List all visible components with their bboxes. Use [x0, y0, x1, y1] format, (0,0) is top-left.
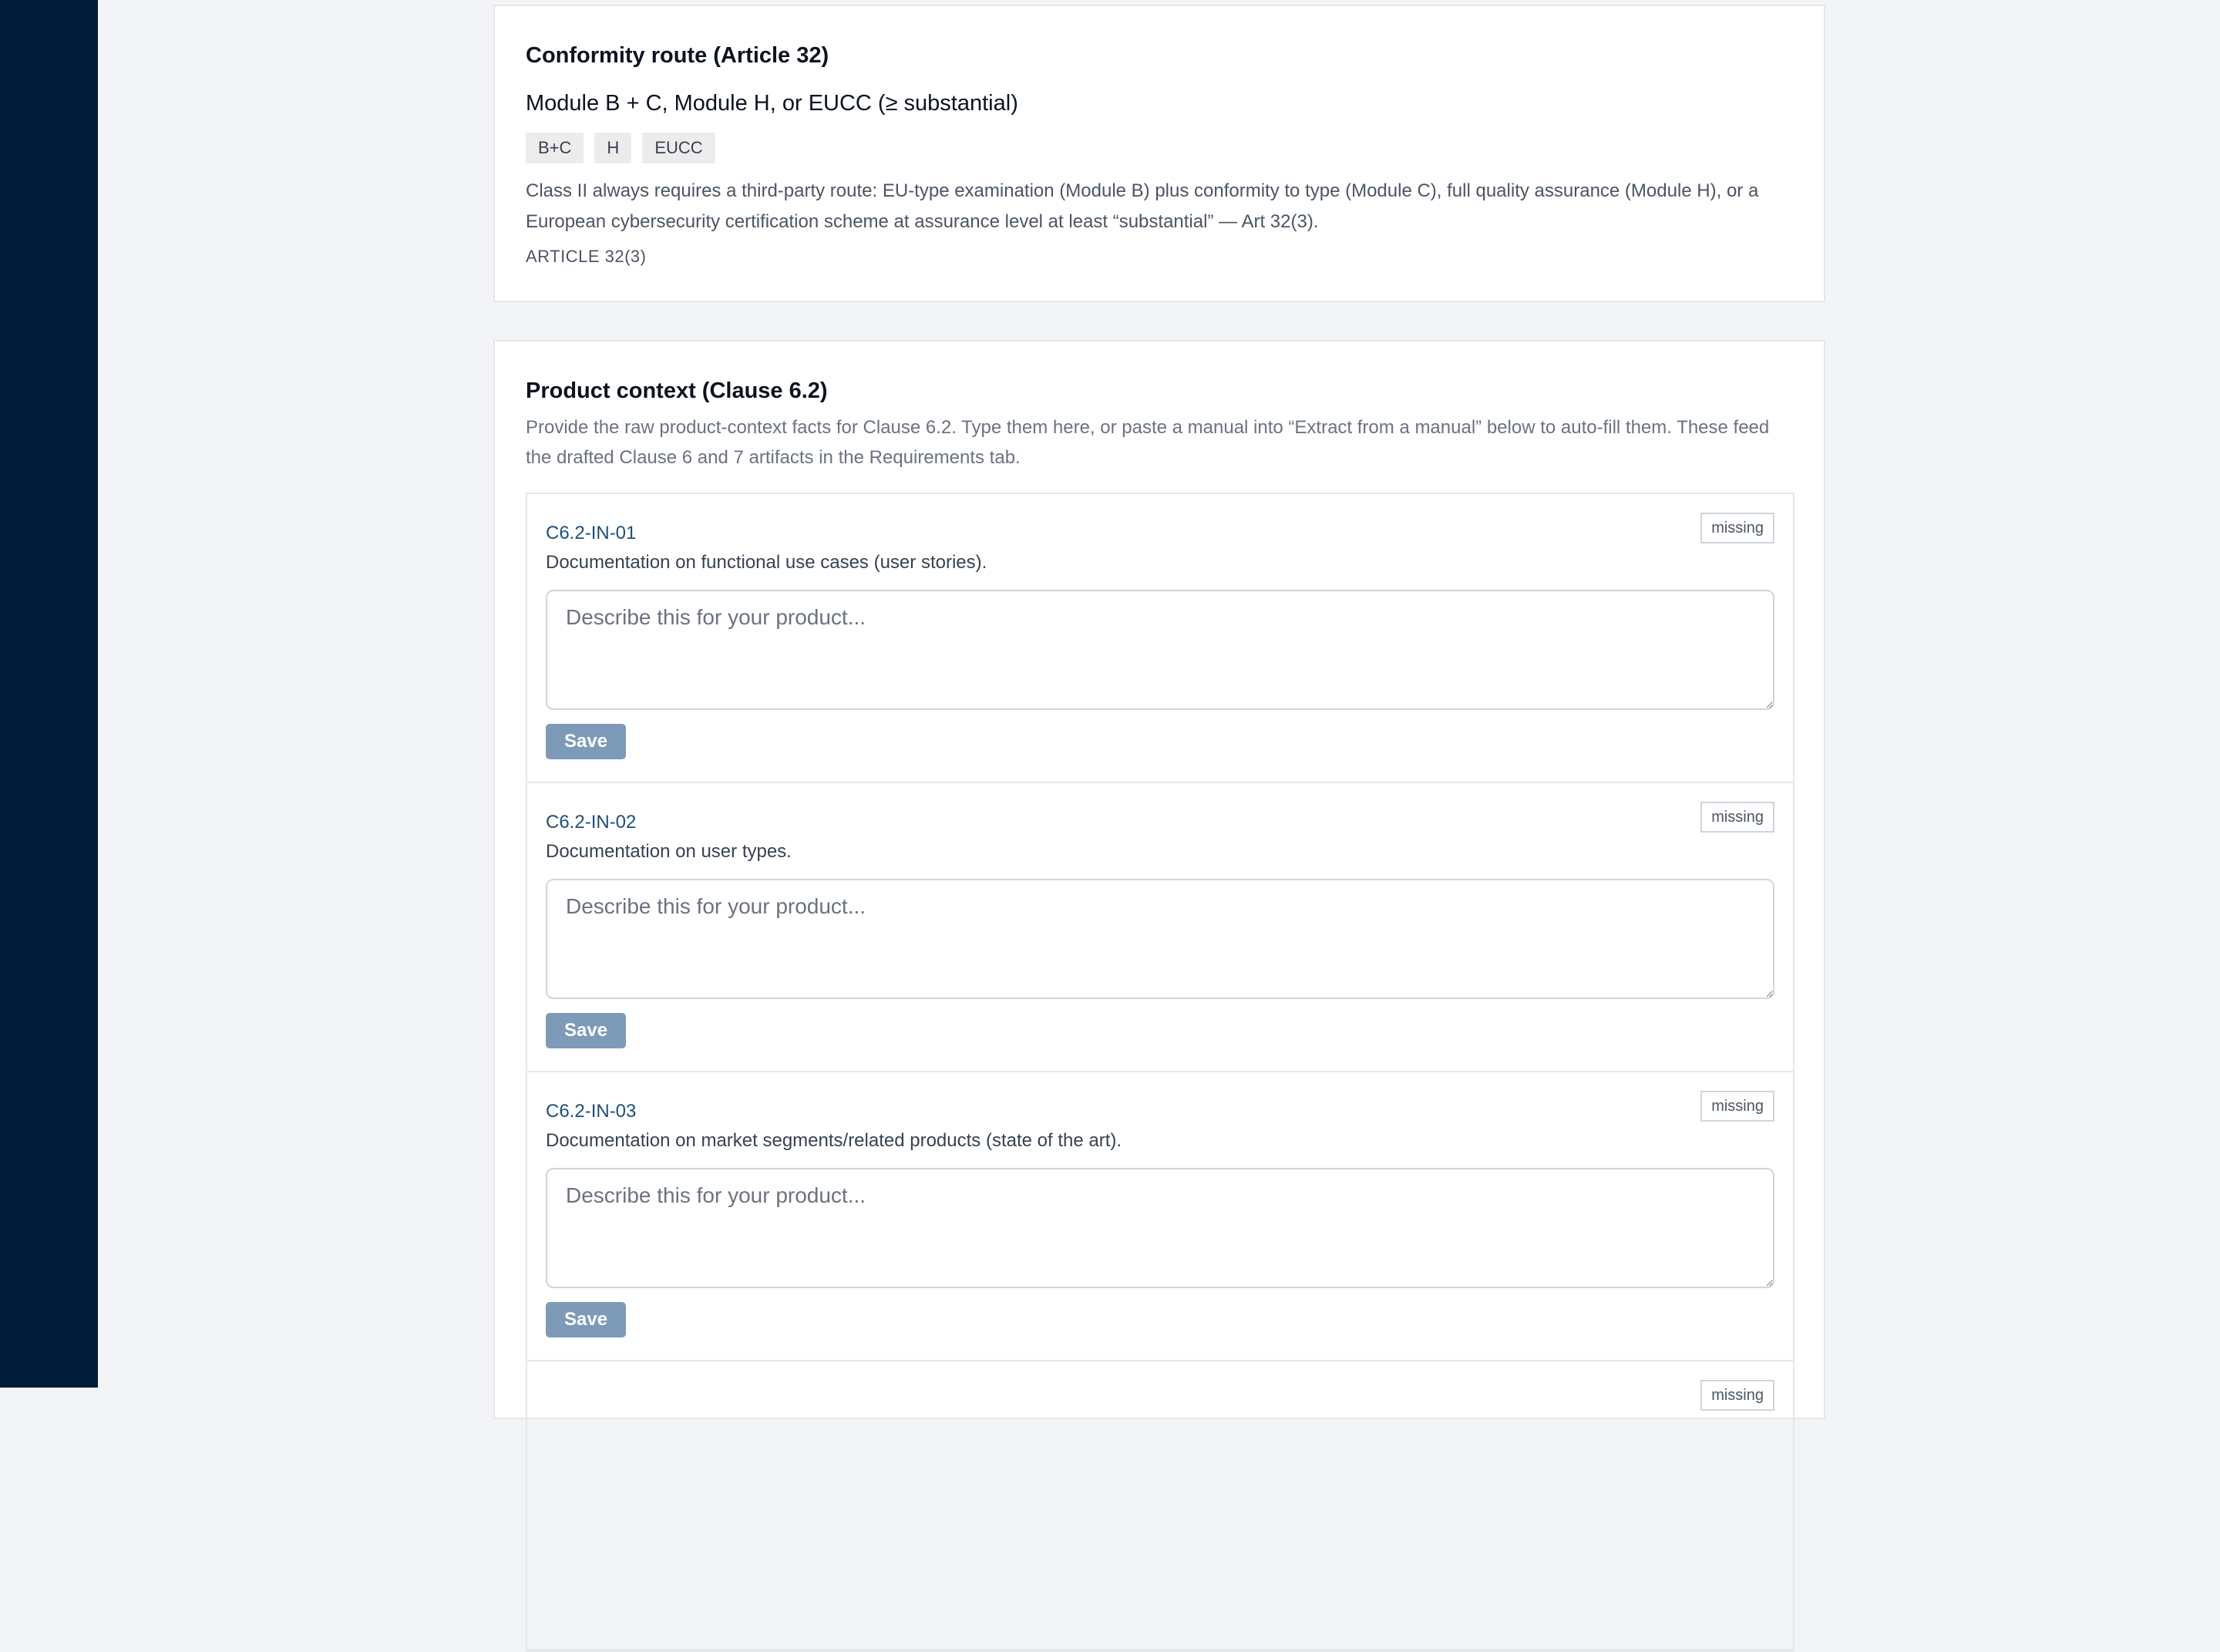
- item-code: C6.2-IN-01: [546, 523, 637, 543]
- save-button[interactable]: Save: [546, 1013, 627, 1048]
- save-button[interactable]: Save: [546, 724, 627, 759]
- conformity-route-heading: Module B + C, Module H, or EUCC (≥ subst…: [526, 91, 1018, 116]
- product-context-title: Product context (Clause 6.2): [526, 379, 828, 403]
- context-item: missing: [527, 1361, 1793, 1650]
- item-code: C6.2-IN-03: [546, 1101, 637, 1122]
- item-description-field[interactable]: [546, 590, 1774, 710]
- item-label: Documentation on functional use cases (u…: [546, 552, 987, 573]
- conformity-card-title: Conformity route (Article 32): [526, 43, 829, 68]
- conformity-route-card: Conformity route (Article 32) Module B +…: [493, 5, 1825, 302]
- status-badge: missing: [1700, 1380, 1774, 1411]
- product-context-card: Product context (Clause 6.2) Provide the…: [493, 340, 1825, 1652]
- item-description-field[interactable]: [546, 879, 1774, 999]
- status-badge: missing: [1700, 1091, 1774, 1122]
- item-label: Documentation on user types.: [546, 841, 792, 862]
- item-description-field[interactable]: [546, 1168, 1774, 1288]
- status-badge: missing: [1700, 513, 1774, 543]
- context-item: C6.2-IN-02 Documentation on user types. …: [527, 783, 1793, 1072]
- product-context-intro: Provide the raw product-context facts fo…: [526, 417, 1770, 468]
- context-items-list: C6.2-IN-01 Documentation on functional u…: [526, 493, 1794, 1652]
- route-chip-eucc: EUCC: [642, 133, 715, 163]
- route-chips: B+C H EUCC: [526, 133, 1793, 163]
- route-chip-bc: B+C: [526, 133, 584, 163]
- article-reference: ARTICLE 32(3): [526, 247, 647, 266]
- sidebar: [0, 0, 98, 1388]
- save-button[interactable]: Save: [546, 1302, 627, 1337]
- item-label: Documentation on market segments/related…: [546, 1130, 1122, 1151]
- route-chip-h: H: [594, 133, 632, 163]
- context-item: C6.2-IN-03 Documentation on market segme…: [527, 1072, 1793, 1361]
- status-badge: missing: [1700, 802, 1774, 833]
- context-item: C6.2-IN-01 Documentation on functional u…: [527, 494, 1793, 783]
- item-code: C6.2-IN-02: [546, 812, 637, 833]
- conformity-description: Class II always requires a third-party r…: [526, 180, 1759, 232]
